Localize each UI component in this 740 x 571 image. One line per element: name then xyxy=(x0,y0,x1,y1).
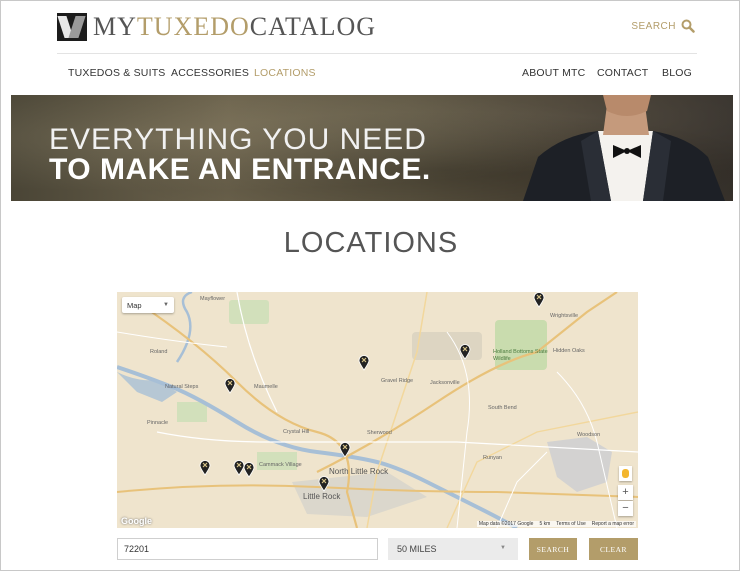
page-title: LOCATIONS xyxy=(283,227,459,259)
place-label: Woodson xyxy=(577,432,601,438)
nav-locations[interactable]: LOCATIONS xyxy=(254,67,316,79)
nav-contact[interactable]: CONTACT xyxy=(597,67,648,79)
store-pin[interactable] xyxy=(318,476,330,492)
nav-tuxedos-suits[interactable]: TUXEDOS & SUITS xyxy=(68,67,166,79)
place-label: Jacksonville xyxy=(430,380,460,386)
nav-blog[interactable]: BLOG xyxy=(662,67,692,79)
place-label: Sherwood xyxy=(367,430,392,436)
place-label: Gravel Ridge xyxy=(381,378,414,384)
store-pin[interactable] xyxy=(339,442,351,458)
place-label: Little Rock xyxy=(303,492,341,501)
model-in-tuxedo-image xyxy=(523,95,725,201)
terms-of-use-link[interactable]: Terms of Use xyxy=(556,521,585,527)
map-scale: 5 km xyxy=(539,521,551,527)
store-pin[interactable] xyxy=(459,344,471,360)
chevron-down-icon: ▼ xyxy=(500,545,506,551)
place-label: Wrightsville xyxy=(550,313,579,319)
place-label: Crystal Hill xyxy=(283,429,310,435)
zoom-in-button[interactable]: + xyxy=(618,485,633,500)
chevron-down-icon: ▼ xyxy=(163,302,169,308)
map-tiles xyxy=(117,292,638,528)
zoom-out-button[interactable]: − xyxy=(618,501,633,516)
page-frame: MYTUXEDOCATALOG SEARCH TUXEDOS & SUITS A… xyxy=(0,0,740,571)
brand-wordmark: MYTUXEDOCATALOG xyxy=(93,12,377,41)
clear-button[interactable]: CLEAR xyxy=(589,538,638,560)
place-label: Cammack Village xyxy=(259,462,302,468)
place-label: Roland xyxy=(150,349,168,355)
place-label: South Bend xyxy=(488,405,517,411)
store-pin[interactable] xyxy=(358,355,370,371)
place-label: Mayflower xyxy=(200,296,226,302)
place-label: Natural Steps xyxy=(165,384,199,390)
report-map-error-link[interactable]: Report a map error xyxy=(592,521,634,527)
store-pin[interactable] xyxy=(243,462,255,478)
place-label: Hidden Oaks xyxy=(553,348,585,354)
map-attribution: Map data ©2017 Google 5 km Terms of Use … xyxy=(476,521,636,527)
place-label: Runyan xyxy=(483,455,502,461)
search-icon xyxy=(681,19,695,33)
store-pin[interactable] xyxy=(199,460,211,476)
store-locator-map[interactable]: Mayflower Roland Natural Steps Maumelle … xyxy=(117,292,638,528)
header-search-link[interactable]: SEARCH xyxy=(631,19,695,33)
hero-line-2: TO MAKE AN ENTRANCE. xyxy=(49,153,431,186)
map-type-control[interactable]: Map ▼ xyxy=(122,297,174,313)
search-label: SEARCH xyxy=(631,20,676,32)
nav-about-mtc[interactable]: ABOUT MTC xyxy=(522,67,585,79)
hero-line-1: EVERYTHING YOU NEED xyxy=(49,123,427,156)
place-label: Maumelle xyxy=(254,384,278,390)
store-pin[interactable] xyxy=(224,378,236,394)
map-data-credit: Map data ©2017 Google xyxy=(478,521,534,527)
place-label: North Little Rock xyxy=(329,467,389,476)
place-label: Pinnacle xyxy=(147,420,169,426)
search-button[interactable]: SEARCH xyxy=(529,538,577,560)
hero-banner: EVERYTHING YOU NEED TO MAKE AN ENTRANCE. xyxy=(11,95,733,201)
header-divider xyxy=(57,53,697,54)
place-label: Holland Bottoms State Wildlife xyxy=(493,349,548,362)
google-logo: Google xyxy=(121,516,152,526)
brand-logo[interactable]: MYTUXEDOCATALOG xyxy=(57,12,376,42)
radius-select-value: 50 MILES xyxy=(397,544,437,554)
nav-accessories[interactable]: ACCESSORIES xyxy=(171,67,249,79)
tuxedo-logo-icon xyxy=(57,13,87,41)
radius-select[interactable]: 50 MILES ▼ xyxy=(388,538,518,560)
store-pin[interactable] xyxy=(533,292,545,308)
street-view-pegman-icon[interactable] xyxy=(619,466,632,481)
zip-code-input[interactable] xyxy=(117,538,378,560)
